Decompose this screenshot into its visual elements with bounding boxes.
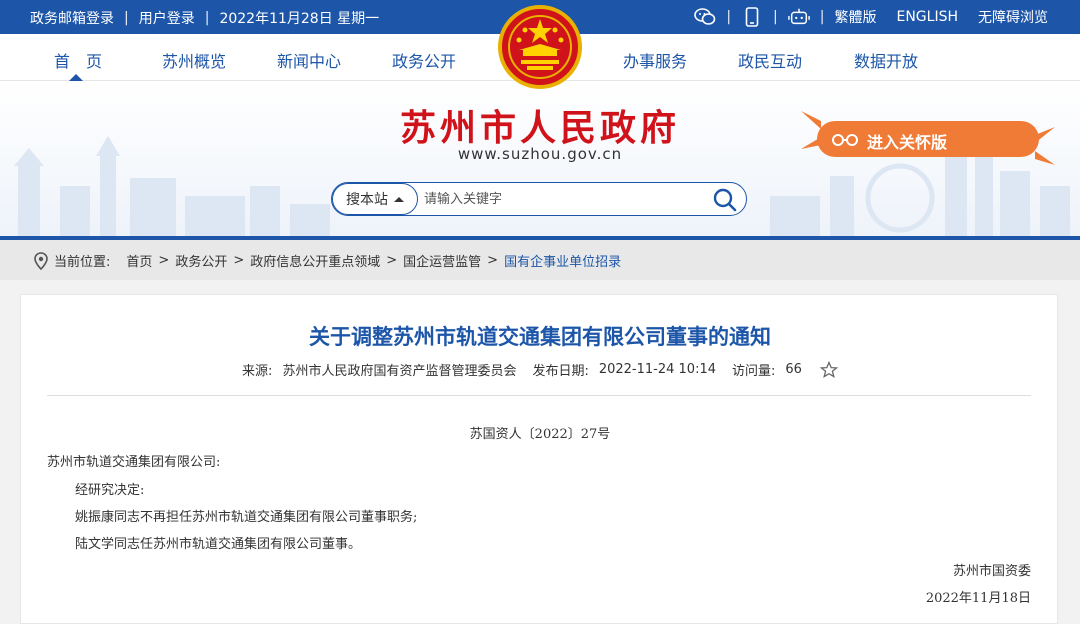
nav-item-open-data[interactable]: 数据开放 <box>854 48 918 72</box>
active-nav-indicator <box>69 74 83 81</box>
separator: | <box>204 10 210 26</box>
nav-item-suzhou-overview[interactable]: 苏州概览 <box>162 48 226 72</box>
header-banner: 苏州市人民政府 www.suzhou.gov.cn 进入关怀版 搜本站 <box>0 81 1080 236</box>
views-label: 访问量: <box>732 364 776 379</box>
search-scope-select[interactable]: 搜本站 <box>332 183 418 215</box>
breadcrumb-separator: > <box>487 253 499 268</box>
search-icon[interactable] <box>712 187 738 213</box>
paragraph: 姚振康同志不再担任苏州市轨道交通集团有限公司董事职务; <box>75 510 418 525</box>
separator: | <box>773 9 778 25</box>
breadcrumb-separator: > <box>233 253 245 268</box>
document-number: 苏国资人〔2022〕27号 <box>469 427 611 442</box>
sign-date: 2022年11月18日 <box>925 591 1031 606</box>
current-date: 2022年11月28日 星期一 <box>219 11 380 27</box>
nav-item-government-affairs[interactable]: 政务公开 <box>392 48 456 72</box>
nav-item-news-center[interactable]: 新闻中心 <box>277 48 341 72</box>
addressee: 苏州市轨道交通集团有限公司: <box>47 455 221 470</box>
source-label: 来源: <box>242 364 273 379</box>
location-pin-icon <box>34 251 48 270</box>
gov-mail-login-link[interactable]: 政务邮箱登录 <box>30 8 114 28</box>
caret-up-icon <box>394 196 404 202</box>
search-input[interactable] <box>424 189 704 209</box>
breadcrumb-separator: > <box>158 253 170 268</box>
signature: 苏州市国资委 <box>952 564 1031 579</box>
separator: | <box>726 9 732 25</box>
search-scope-label: 搜本站 <box>346 192 388 208</box>
breadcrumb-item-home[interactable]: 首页 <box>126 251 152 270</box>
meta-divider <box>47 395 1031 396</box>
article-meta: 来源: 苏州市人民政府国有资产监督管理委员会 发布日期: 2022-11-24 … <box>21 360 1059 379</box>
national-emblem-logo <box>498 5 582 89</box>
breadcrumb-item-current[interactable]: 国有企事业单位招录 <box>504 251 621 270</box>
glasses-icon <box>832 134 858 146</box>
separator: | <box>819 9 825 25</box>
date-label: 发布日期: <box>532 364 589 379</box>
breadcrumb-label: 当前位置: <box>54 255 111 270</box>
breadcrumb-item-gov-affairs[interactable]: 政务公开 <box>175 251 227 270</box>
separator: | <box>124 10 129 26</box>
breadcrumb-separator: > <box>386 253 398 268</box>
source-value: 苏州市人民政府国有资产监督管理委员会 <box>282 364 517 379</box>
views-value: 66 <box>785 362 802 377</box>
breadcrumb: 当前位置: 首页 > 政务公开 > 政府信息公开重点领域 > 国企运营监管 > … <box>0 240 1080 280</box>
care-mode-button[interactable]: 进入关怀版 <box>799 107 1059 167</box>
mobile-icon[interactable] <box>741 6 763 28</box>
paragraph: 陆文学同志任苏州市轨道交通集团有限公司董事。 <box>75 537 362 552</box>
care-mode-label: 进入关怀版 <box>867 133 948 152</box>
date-value: 2022-11-24 10:14 <box>598 362 716 377</box>
nav-item-home[interactable]: 首 页 <box>54 48 102 72</box>
wechat-icon[interactable] <box>694 6 716 28</box>
robot-icon[interactable] <box>787 6 810 28</box>
nav-item-interaction[interactable]: 政民互动 <box>738 48 802 72</box>
english-link[interactable]: ENGLISH <box>896 9 958 25</box>
nav-item-services[interactable]: 办事服务 <box>623 48 687 72</box>
favorite-star-icon[interactable] <box>819 360 838 379</box>
user-login-link[interactable]: 用户登录 <box>139 8 195 28</box>
breadcrumb-item-soe-supervision[interactable]: 国企运营监管 <box>403 251 481 270</box>
search-box: 搜本站 <box>331 182 747 216</box>
article-card: 关于调整苏州市轨道交通集团有限公司董事的通知 来源: 苏州市人民政府国有资产监督… <box>20 294 1058 624</box>
paragraph: 经研究决定: <box>75 483 145 498</box>
article-title: 关于调整苏州市轨道交通集团有限公司董事的通知 <box>309 325 771 349</box>
traditional-chinese-link[interactable]: 繁體版 <box>834 7 876 27</box>
accessibility-link[interactable]: 无障碍浏览 <box>978 7 1048 27</box>
breadcrumb-item-key-areas[interactable]: 政府信息公开重点领域 <box>250 251 380 270</box>
